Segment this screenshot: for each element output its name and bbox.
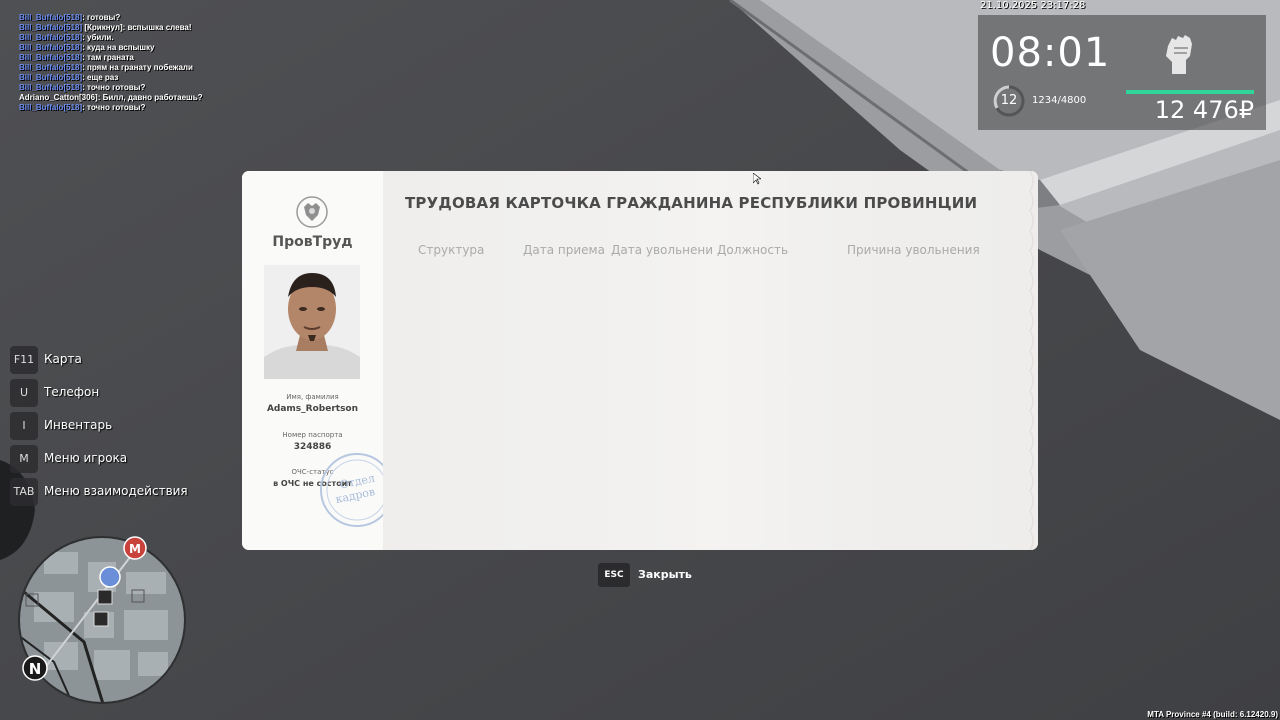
key-m: M: [10, 445, 38, 473]
hud-datetime: 21.10.2025 23:17:28: [980, 0, 1086, 11]
player-level: 12: [1000, 93, 1018, 108]
key-tab: TAB: [10, 478, 38, 506]
column-dismissal-date: Дата увольнени: [611, 243, 714, 257]
player-photo: [264, 265, 360, 379]
player-xp: 1234/4800: [1032, 95, 1087, 106]
chat-nick: Adriano_Catton[306]: [19, 93, 98, 102]
card-torn-edge: [1029, 171, 1034, 550]
chat-line: Bill_Buffalo[518]: еще раз: [19, 73, 203, 83]
column-position: Должность: [717, 243, 789, 257]
esc-key[interactable]: ESC: [598, 563, 630, 587]
key-hint-label: Меню взаимодействия: [44, 484, 188, 498]
chat-message: : точно готовы?: [82, 83, 146, 92]
work-card-dialog: ПровТруд Имя, фамилия Adams_Robertson Но…: [242, 171, 1038, 550]
chat-message: : Билл, давно работаешь?: [97, 93, 203, 102]
chat-nick: Bill_Buffalo[518]: [19, 53, 83, 62]
chat-message: : куда на вспышку: [82, 43, 155, 52]
key-hint-phone[interactable]: U Телефон: [10, 379, 210, 407]
key-hint-inventory[interactable]: I Инвентарь: [10, 412, 210, 440]
key-f11: F11: [10, 346, 38, 374]
chat-message: : убили.: [82, 33, 114, 42]
chat-line: Bill_Buffalo[518]: точно готовы?: [19, 103, 203, 113]
mouse-cursor-icon: [753, 173, 761, 185]
name-value: Adams_Robertson: [266, 404, 359, 414]
chat-nick: Bill_Buffalo[518]: [19, 73, 83, 82]
card-brand: ПровТруд: [272, 234, 353, 250]
close-button-label[interactable]: Закрыть: [638, 568, 692, 581]
hud-game-time: 08:01: [990, 30, 1111, 76]
key-hint-label: Инвентарь: [44, 418, 113, 432]
key-hint-player-menu[interactable]: M Меню игрока: [10, 445, 210, 473]
minimap[interactable]: М N: [14, 532, 194, 707]
chat-line: Bill_Buffalo[518]: прям на гранату побеж…: [19, 63, 203, 73]
chat-message: : еще раз: [82, 73, 119, 82]
chat-nick: Bill_Buffalo[518]: [19, 103, 83, 112]
column-dismissal-reason: Причина увольнения: [847, 243, 980, 257]
chat-line: Bill_Buffalo[518]: убили.: [19, 33, 203, 43]
chat-line: Bill_Buffalo[518]: куда на вспышку: [19, 43, 203, 53]
build-info: MTA Province #4 (build: 6.12420.9): [1147, 710, 1278, 719]
chat-line: Bill_Buffalo[518]: точно готовы?: [19, 83, 203, 93]
name-label: Имя, фамилия: [286, 393, 339, 401]
chat-nick: Bill_Buffalo[518]: [19, 83, 83, 92]
chat-nick: Bill_Buffalo[518]: [19, 43, 83, 52]
card-records-panel: [383, 171, 1038, 550]
emblem-icon: [296, 196, 328, 228]
north-indicator: N: [29, 660, 42, 678]
chat-message: : точно готовы?: [82, 103, 146, 112]
chat-message: : там граната: [82, 53, 134, 62]
chat-nick: Bill_Buffalo[518]: [19, 33, 83, 42]
column-structure: Структура: [418, 243, 485, 257]
chat-nick: Bill_Buffalo[518]: [19, 63, 83, 72]
key-u: U: [10, 379, 38, 407]
key-hint-map[interactable]: F11 Карта: [10, 346, 210, 374]
fist-icon: [1166, 35, 1192, 74]
health-bar: [1126, 90, 1254, 94]
passport-label: Номер паспорта: [282, 431, 343, 439]
chat-log: Bill_Buffalo[518]: готовы? Bill_Buffalo[5…: [19, 13, 203, 113]
column-hire-date: Дата приема: [523, 243, 605, 257]
card-title: ТРУДОВАЯ КАРТОЧКА ГРАЖДАНИНА РЕСПУБЛИКИ …: [405, 194, 978, 212]
player-money: 12 476₽: [1154, 96, 1254, 124]
chat-line: Bill_Buffalo[518]: готовы?: [19, 13, 203, 23]
chat-message: [Крикнул]: вспышка слева!: [82, 23, 192, 32]
key-hint-interaction-menu[interactable]: TAB Меню взаимодействия: [10, 478, 210, 506]
key-hint-label: Меню игрока: [44, 451, 128, 465]
metro-icon: М: [129, 542, 141, 556]
chat-message: : прям на гранату побежали: [82, 63, 193, 72]
chat-line: Bill_Buffalo[518] [Крикнул]: вспышка сле…: [19, 23, 203, 33]
chat-line: Adriano_Catton[306]: Билл, давно работае…: [19, 93, 203, 103]
key-hint-label: Телефон: [44, 385, 100, 399]
key-i: I: [10, 412, 38, 440]
key-hint-label: Карта: [44, 352, 82, 366]
chat-nick: Bill_Buffalo[518]: [19, 13, 83, 22]
chat-message: : готовы?: [82, 13, 121, 22]
chat-line: Bill_Buffalo[518]: там граната: [19, 53, 203, 63]
chat-nick: Bill_Buffalo[518]: [19, 23, 83, 32]
